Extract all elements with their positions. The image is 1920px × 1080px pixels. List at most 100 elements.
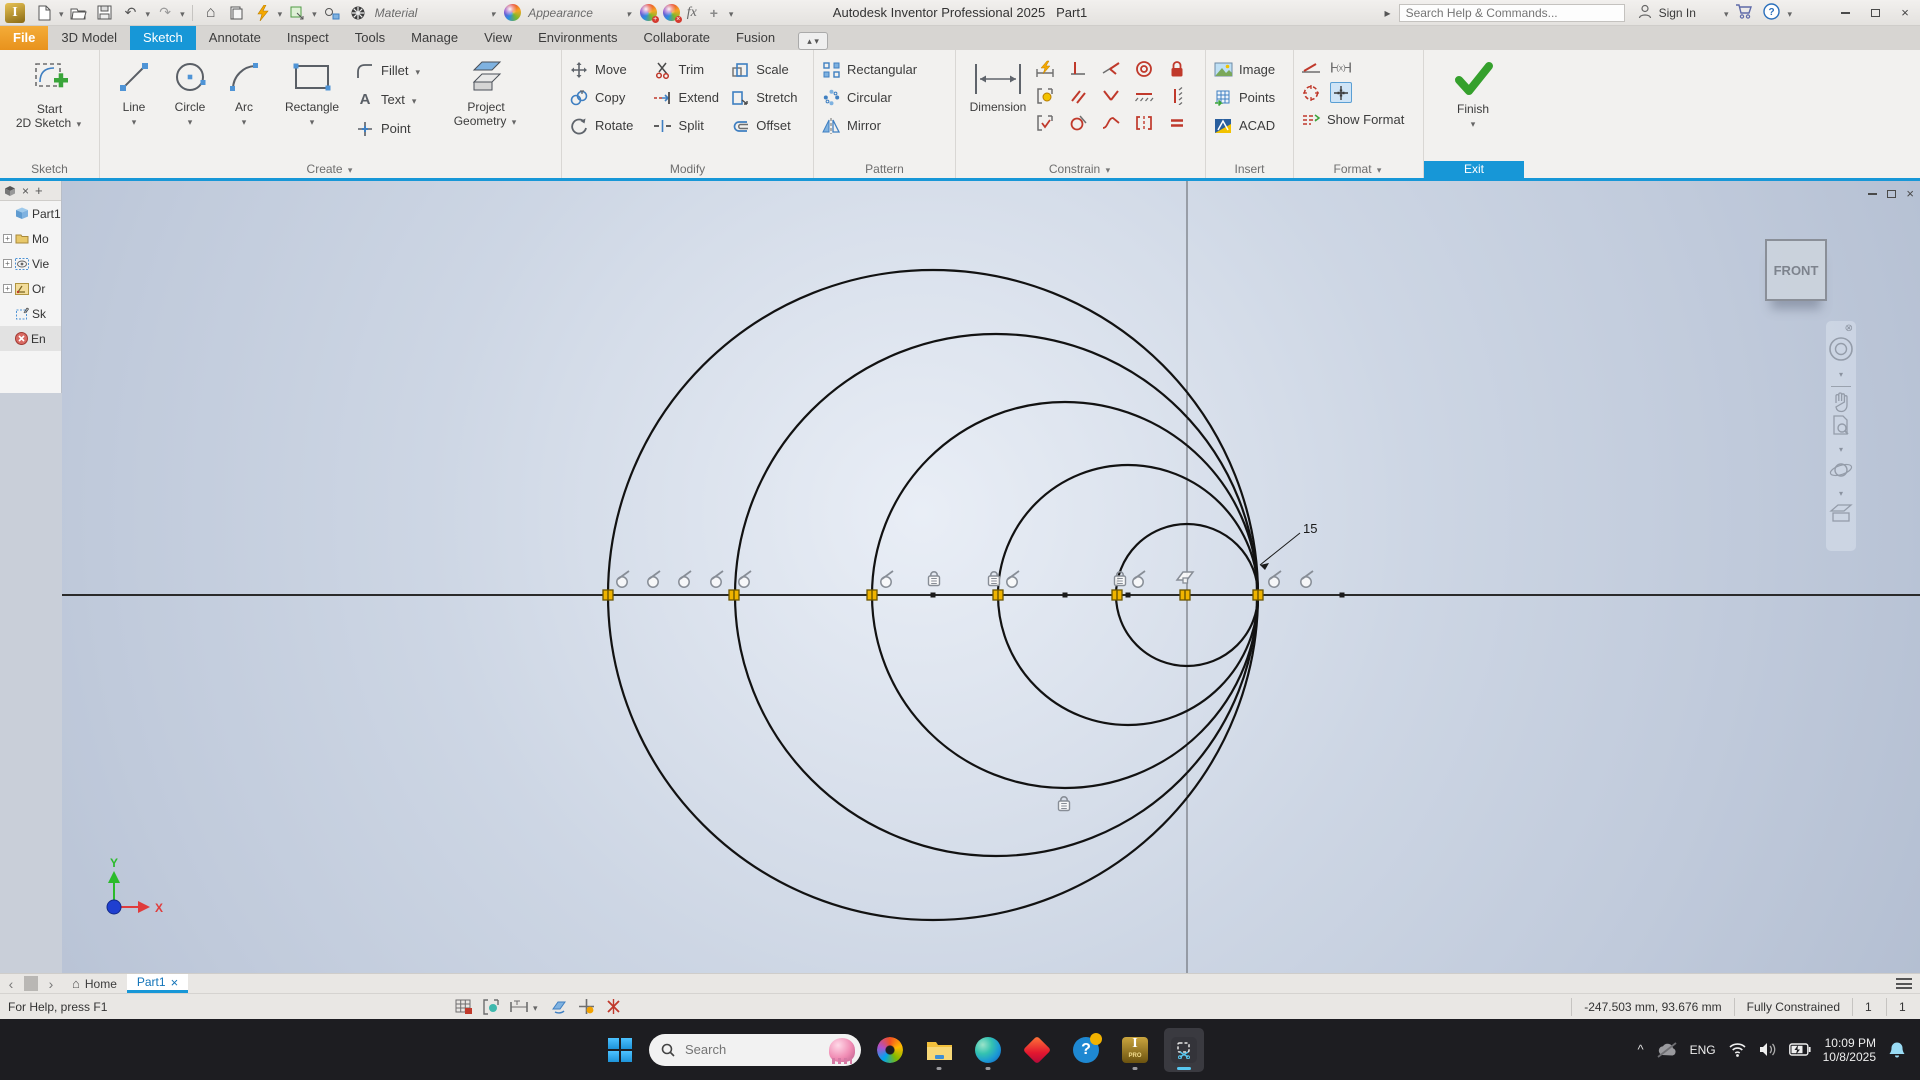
coincident-constraint-icon[interactable] (1100, 85, 1122, 106)
sign-in-caret[interactable] (1724, 6, 1729, 20)
redo-caret[interactable] (180, 6, 185, 20)
navbar-close-icon[interactable]: ⊗ (1845, 323, 1853, 334)
rectangle-tool[interactable]: Rectangle (270, 54, 354, 129)
steering-wheel-icon[interactable] (1828, 336, 1854, 362)
save-icon[interactable] (94, 3, 116, 23)
edge-browser-icon[interactable] (968, 1028, 1008, 1072)
circle-caret[interactable] (188, 114, 193, 129)
extend-tool[interactable]: Extend (652, 85, 730, 110)
tab-view[interactable]: View (471, 26, 525, 50)
tangent-circle-icon[interactable] (1067, 112, 1089, 133)
show-format-button[interactable]: Show Format (1300, 107, 1404, 132)
doc-minimize-icon[interactable] (1868, 193, 1878, 195)
help-icon[interactable]: ? (1763, 2, 1781, 23)
browser-item-end-of-part[interactable]: En (0, 326, 61, 351)
store-cart-icon[interactable] (1735, 3, 1753, 22)
text-tool[interactable]: A Text (354, 87, 444, 112)
tab-manage[interactable]: Manage (398, 26, 471, 50)
rectangular-pattern-tool[interactable]: Rectangular (820, 57, 917, 82)
panel-footer-pattern[interactable]: Pattern (814, 161, 955, 178)
file-explorer-icon[interactable] (919, 1028, 959, 1072)
restore-button[interactable] (1860, 2, 1890, 24)
taskbar-search[interactable] (649, 1033, 861, 1066)
split-tool[interactable]: Split (652, 113, 730, 138)
iproperties-caret[interactable] (278, 6, 283, 20)
appearance-caret[interactable] (626, 6, 631, 20)
vertical-constraint-icon[interactable] (1166, 85, 1188, 106)
inventor-taskbar-icon[interactable]: I PRO (1115, 1028, 1155, 1072)
tab-annotate[interactable]: Annotate (196, 26, 274, 50)
insert-image-tool[interactable]: Image (1212, 57, 1275, 82)
undo-caret[interactable] (146, 6, 151, 20)
measure-icon[interactable] (321, 3, 343, 23)
panel-footer-constrain[interactable]: Constrain (956, 161, 1205, 178)
stretch-tool[interactable]: Stretch (729, 85, 807, 110)
browser-item-model-states[interactable]: Mo (0, 226, 61, 251)
project-geometry-caret[interactable] (512, 114, 517, 128)
project-geometry-button[interactable]: Project Geometry (444, 54, 528, 129)
browser-item-part[interactable]: Part1 (0, 201, 61, 226)
mirror-tool[interactable]: Mirror (820, 113, 917, 138)
home-icon[interactable]: ⌂ (200, 3, 222, 23)
finish-caret[interactable] (1471, 116, 1476, 131)
fix-lock-constraint-icon[interactable] (1166, 58, 1188, 79)
browser-item-origin[interactable]: Or (0, 276, 61, 301)
tab-file[interactable]: File (0, 26, 49, 50)
steering-wheel-caret[interactable] (1839, 364, 1843, 382)
tab-list-icon[interactable] (1896, 978, 1912, 989)
dimension-tool[interactable]: Dimension (962, 54, 1034, 114)
tab-collaborate[interactable]: Collaborate (631, 26, 724, 50)
browser-add-icon[interactable]: + (35, 183, 43, 198)
update-caret[interactable] (312, 6, 317, 20)
text-caret[interactable] (412, 92, 417, 107)
smooth-constraint-icon[interactable] (1100, 112, 1122, 133)
help-app-icon[interactable] (1066, 1028, 1106, 1072)
copilot-app-icon[interactable] (870, 1028, 910, 1072)
notification-bell-icon[interactable] (1888, 1041, 1906, 1059)
start-sketch-caret[interactable] (77, 116, 82, 130)
new-file-icon[interactable] (33, 3, 55, 23)
qat-add-icon[interactable]: + (703, 3, 725, 23)
slice-graphics-icon[interactable] (550, 999, 568, 1015)
doc-close-icon[interactable] (1906, 185, 1914, 203)
wifi-icon[interactable] (1728, 1042, 1747, 1057)
look-at-icon[interactable] (1829, 503, 1853, 523)
show-constraints-icon[interactable] (1034, 112, 1056, 133)
clear-appearance-icon[interactable]: × (662, 4, 682, 23)
rotate-tool[interactable]: Rotate (568, 113, 652, 138)
tray-clock[interactable]: 10:09 PM 10/8/2025 (1823, 1036, 1876, 1064)
line-caret[interactable] (132, 114, 137, 129)
relax-mode-icon[interactable] (605, 998, 622, 1015)
panel-footer-sketch[interactable]: Sketch (0, 161, 99, 178)
expand-icon[interactable] (3, 284, 12, 293)
finish-sketch-button[interactable]: Finish (1430, 54, 1516, 131)
model-browser[interactable]: × + Part1 Mo Vie Or (0, 181, 62, 393)
close-button[interactable] (1890, 2, 1920, 24)
tab-close-icon[interactable] (171, 975, 179, 990)
collinear-constraint-icon[interactable] (1133, 85, 1155, 106)
panel-footer-insert[interactable]: Insert (1206, 161, 1293, 178)
minimize-button[interactable] (1830, 2, 1860, 24)
circle-tool[interactable]: Circle (162, 54, 218, 129)
orbit-caret[interactable] (1839, 483, 1843, 501)
panel-footer-format[interactable]: Format (1294, 161, 1423, 178)
battery-icon[interactable] (1788, 1043, 1811, 1056)
fillet-tool[interactable]: Fillet (354, 58, 444, 83)
browser-item-view[interactable]: Vie (0, 251, 61, 276)
rectangle-caret[interactable] (310, 114, 315, 129)
zoom-icon[interactable] (1830, 415, 1852, 437)
orbit-icon[interactable] (1829, 459, 1853, 481)
move-tool[interactable]: Move (568, 57, 652, 82)
start-2d-sketch-button[interactable]: Start 2D Sketch (6, 54, 93, 131)
panel-footer-exit[interactable]: Exit (1424, 161, 1524, 178)
search-expand-icon[interactable] (1385, 6, 1391, 20)
appearance-combo[interactable]: Appearance (528, 6, 633, 20)
concentric-constraint-icon[interactable] (1133, 58, 1155, 79)
insert-acad-tool[interactable]: ACAD (1212, 113, 1275, 138)
browser-close-icon[interactable]: × (22, 184, 29, 198)
expand-icon[interactable] (3, 234, 12, 243)
circular-pattern-tool[interactable]: Circular (820, 85, 917, 110)
trim-tool[interactable]: Trim (652, 57, 730, 82)
viewcube[interactable]: FRONT (1765, 239, 1827, 301)
fillet-caret[interactable] (415, 63, 420, 78)
